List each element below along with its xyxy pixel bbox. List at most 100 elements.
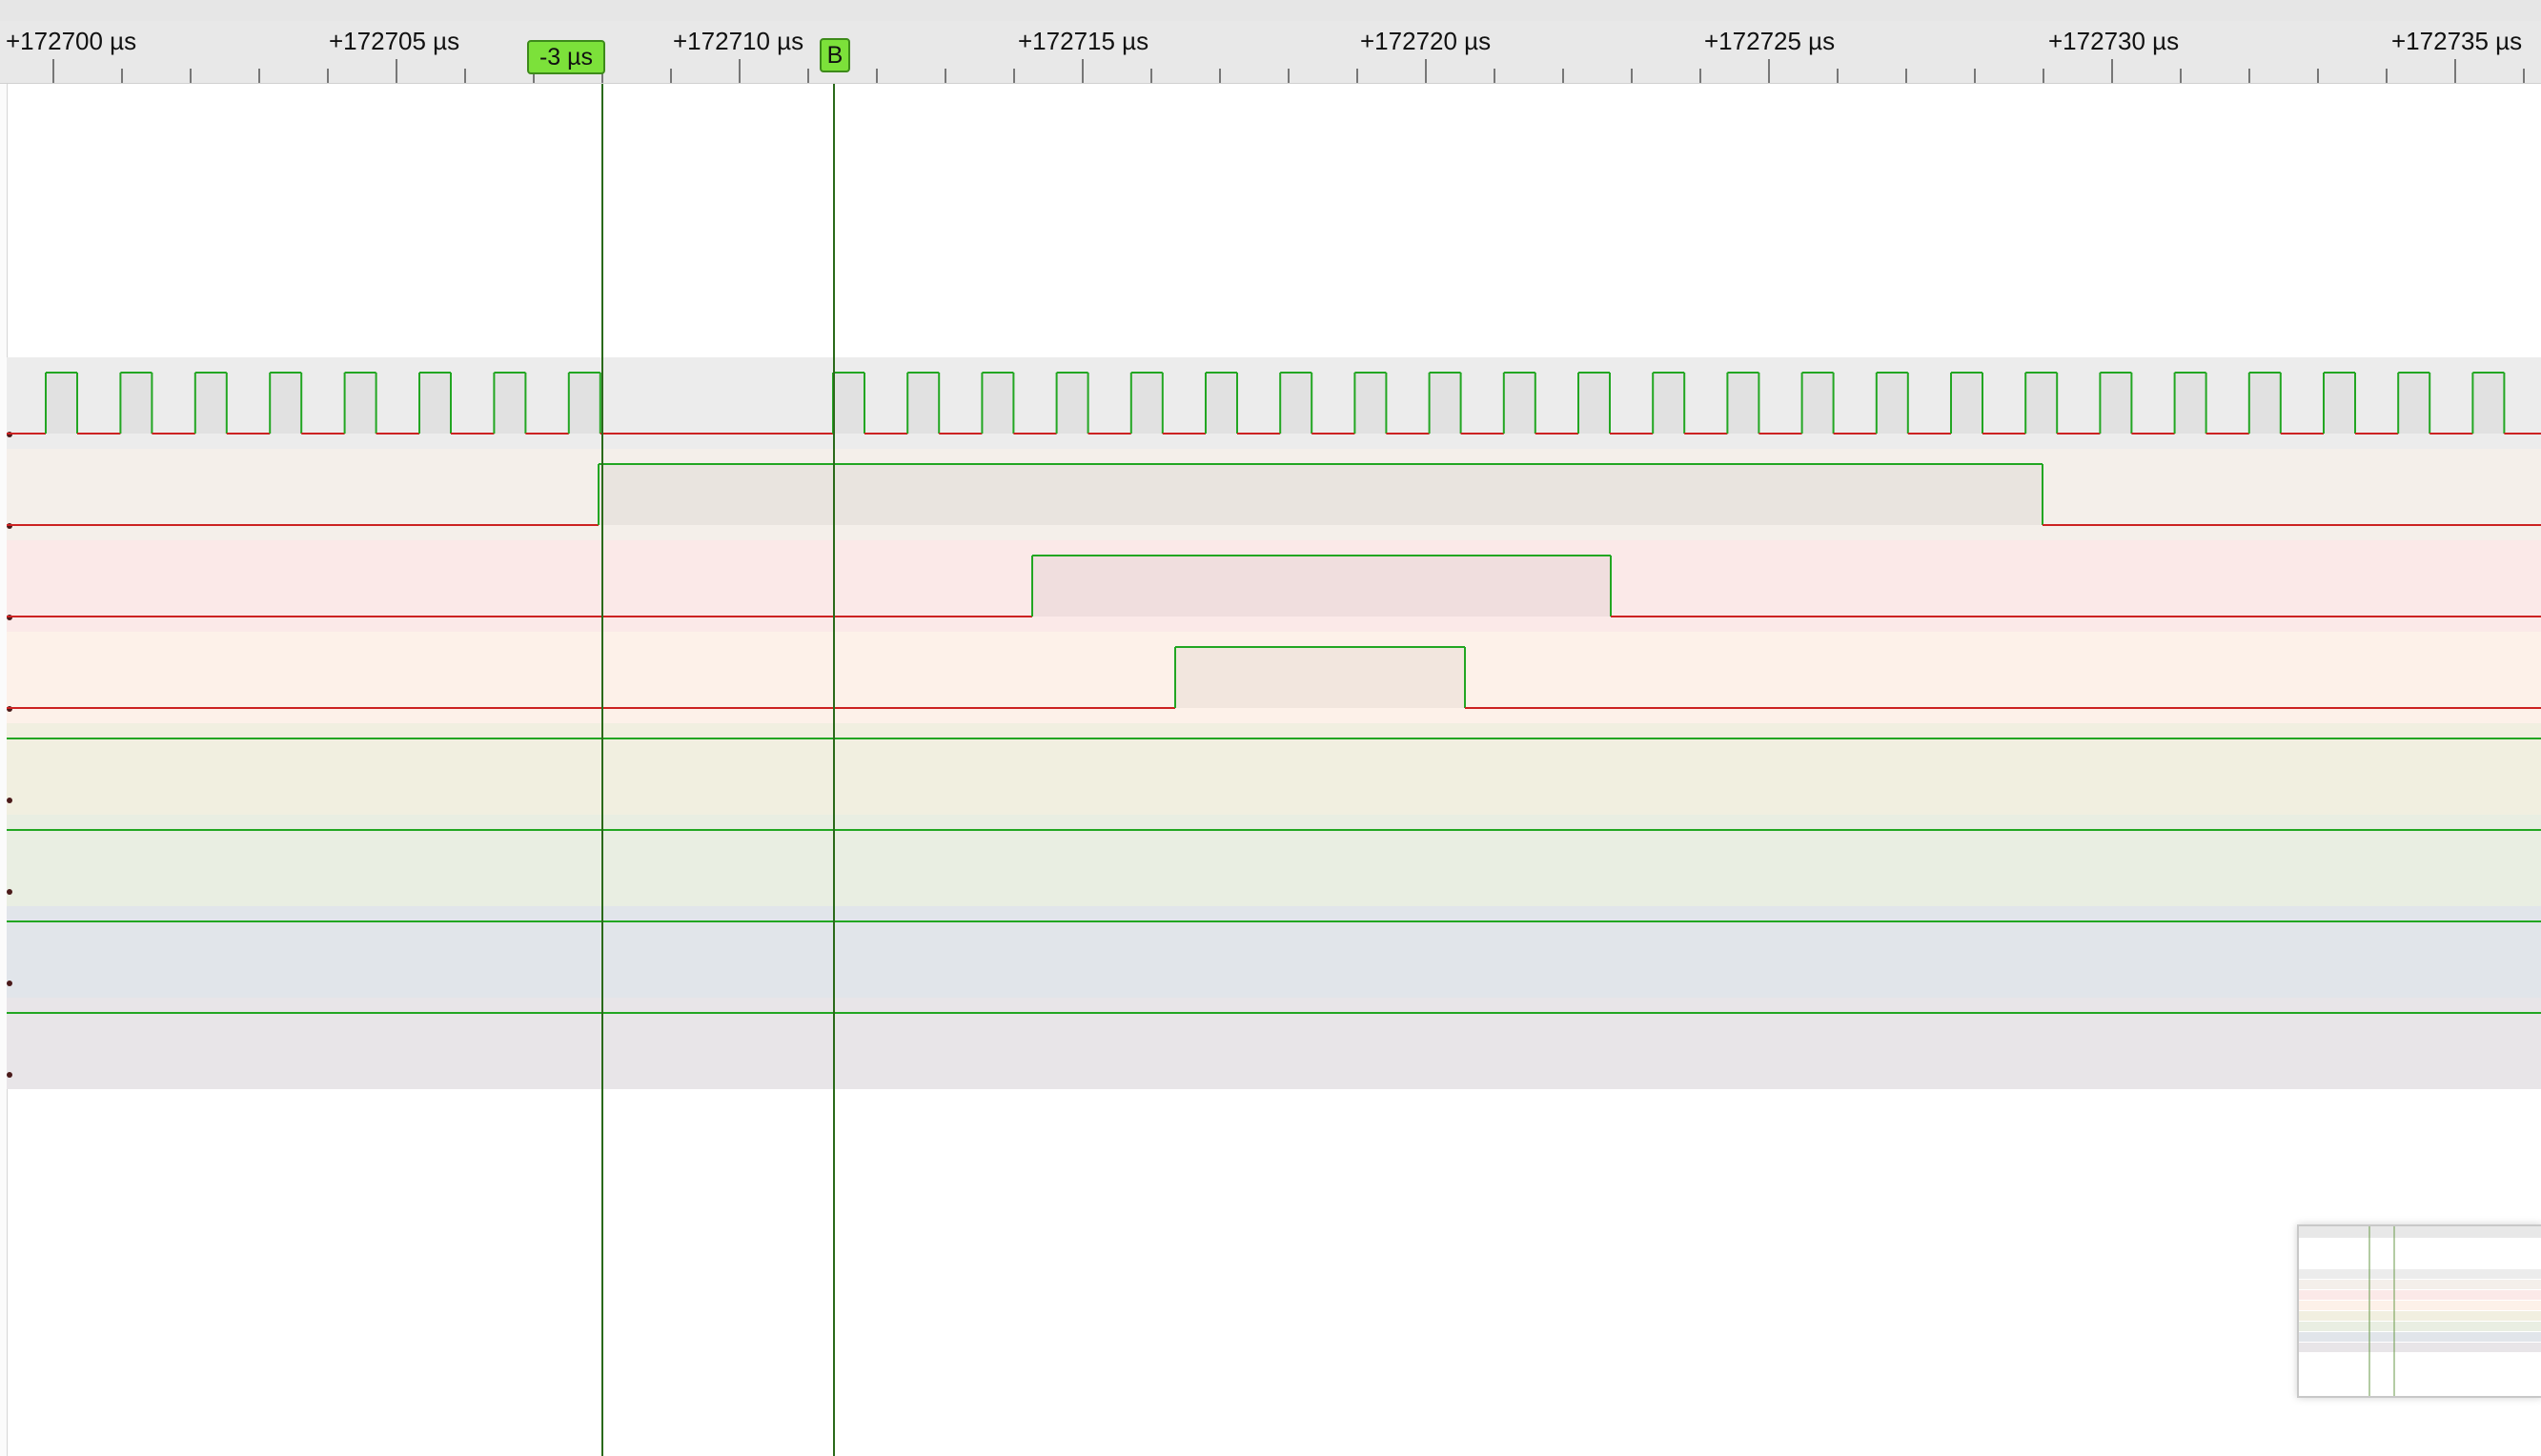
high-level-fill [1578, 373, 1610, 434]
high-level-fill [2324, 373, 2355, 434]
high-level-fill [194, 373, 227, 434]
signal-trace [7, 372, 2541, 435]
ruler-tick [1494, 69, 1495, 83]
ruler-tick [2386, 69, 2388, 83]
high-level-fill [1354, 373, 1387, 434]
ruler-tick [1631, 69, 1633, 83]
ruler-tick [876, 69, 878, 83]
high-level-fill [2472, 373, 2505, 434]
channel-lane-1[interactable] [7, 449, 2541, 540]
ruler-tick [2454, 59, 2456, 83]
high-level-fill [2174, 373, 2206, 434]
high-level-fill [1032, 556, 1611, 617]
ruler-tick [1288, 69, 1290, 83]
ruler-tick [258, 69, 260, 83]
ruler-tick [396, 59, 397, 83]
cursor-b-flag[interactable]: B [820, 38, 850, 72]
ruler-tick [1562, 69, 1564, 83]
channel-lane-6[interactable] [7, 906, 2541, 998]
high-level-fill [1429, 373, 1461, 434]
ruler-label-7: +172735 µs [2391, 27, 2523, 55]
minimap-preview [2299, 1226, 2541, 1396]
ruler-tick [2111, 59, 2113, 83]
high-level-fill [1206, 373, 1237, 434]
ruler-tick [464, 69, 466, 83]
high-level-fill [833, 373, 864, 434]
high-level-fill [1801, 373, 1834, 434]
signal-trace [7, 555, 2541, 617]
ruler-tick [1905, 69, 1907, 83]
cursor-a-line[interactable] [601, 84, 603, 1456]
high-level-fill [120, 373, 152, 434]
ruler-tick [1013, 69, 1015, 83]
ruler-label-1: +172705 µs [329, 27, 460, 55]
high-level-fill [2398, 373, 2430, 434]
ruler-label-4: +172720 µs [1360, 27, 1492, 55]
high-level-fill [270, 373, 302, 434]
high-level-fill [1175, 647, 1465, 708]
high-level-fill [2025, 373, 2058, 434]
ruler-tick [52, 59, 54, 83]
ruler-tick [945, 69, 946, 83]
signal-trace [7, 1012, 2541, 1014]
cursor-b-line[interactable] [833, 84, 835, 1456]
ruler-tick [1768, 59, 1770, 83]
high-level-fill [1876, 373, 1908, 434]
ruler-tick [1082, 59, 1084, 83]
high-level-fill [494, 373, 526, 434]
ruler-tick [1425, 59, 1427, 83]
ruler-tick [2248, 69, 2250, 83]
ruler-tick [1356, 69, 1358, 83]
ruler-tick [1837, 69, 1839, 83]
high-level-fill [1056, 373, 1088, 434]
cursor-a-flag[interactable]: -3 µs [527, 40, 605, 74]
ruler-tick [2180, 69, 2182, 83]
high-level-fill [344, 373, 376, 434]
high-level-fill [1951, 373, 1982, 434]
high-level-fill [2100, 373, 2132, 434]
signal-trace [7, 463, 2541, 526]
high-level-fill [1130, 373, 1163, 434]
high-level-fill [1727, 373, 1759, 434]
overview-minimap[interactable] [2297, 1224, 2541, 1398]
channel-lane-5[interactable] [7, 815, 2541, 906]
ruler-tick [121, 69, 123, 83]
channel-lane-2[interactable] [7, 540, 2541, 632]
ruler-label-5: +172725 µs [1704, 27, 1836, 55]
ruler-tick [1974, 69, 1976, 83]
high-level-fill [907, 373, 940, 434]
ruler-label-3: +172715 µs [1018, 27, 1149, 55]
ruler-tick [2523, 69, 2525, 83]
ruler-tick [1699, 69, 1701, 83]
top-toolbar-strip [0, 0, 2541, 22]
high-level-fill [568, 373, 600, 434]
channel-lane-7[interactable] [7, 998, 2541, 1089]
channel-lane-3[interactable] [7, 632, 2541, 723]
ruler-tick [739, 59, 741, 83]
signal-trace [7, 738, 2541, 739]
ruler-label-6: +172730 µs [2048, 27, 2180, 55]
high-level-fill [1503, 373, 1535, 434]
high-level-fill [1280, 373, 1312, 434]
ruler-tick [190, 69, 192, 83]
ruler-tick [2043, 69, 2044, 83]
ruler-tick [1219, 69, 1221, 83]
ruler-tick [327, 69, 329, 83]
channel-lane-4[interactable] [7, 723, 2541, 815]
ruler-label-2: +172710 µs [673, 27, 804, 55]
ruler-tick [670, 69, 672, 83]
high-level-fill [2248, 373, 2281, 434]
ruler-tick [1150, 69, 1152, 83]
high-level-fill [46, 373, 77, 434]
high-level-fill [1653, 373, 1685, 434]
signal-trace [7, 829, 2541, 831]
time-ruler[interactable]: +172700 µs +172705 µs +172710 µs +172715… [0, 21, 2541, 84]
high-level-fill [419, 373, 451, 434]
ruler-tick [807, 69, 809, 83]
signal-trace [7, 646, 2541, 709]
ruler-tick [2317, 69, 2319, 83]
ruler-label-0: +172700 µs [6, 27, 137, 55]
channel-lane-0[interactable] [7, 357, 2541, 449]
high-level-fill [599, 464, 2043, 525]
high-level-fill [982, 373, 1014, 434]
